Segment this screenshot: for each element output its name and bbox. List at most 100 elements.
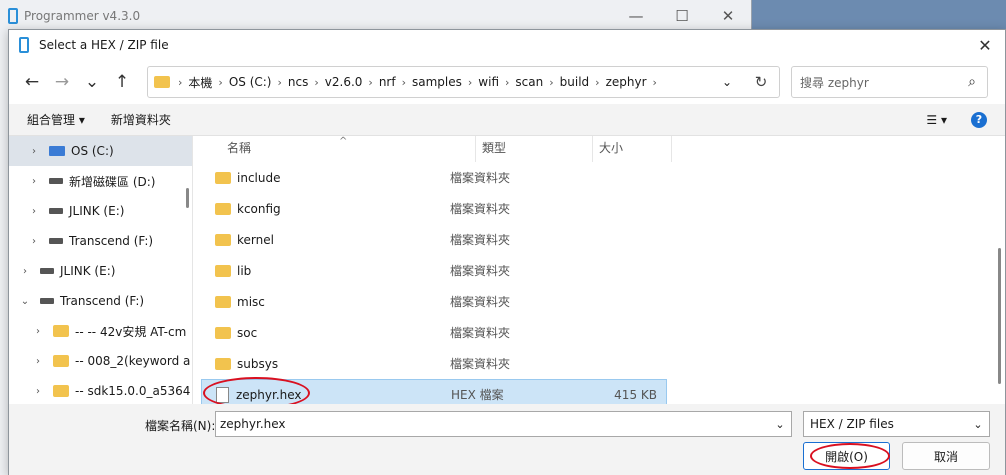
navigation-bar: ← → ⌄ ↑ › 本機 › OS (C:) › ncs › v2.6.0 › … bbox=[9, 60, 1005, 104]
usb-drive-icon bbox=[40, 268, 54, 274]
breadcrumb-samples[interactable]: samples bbox=[412, 75, 462, 89]
breadcrumb-v2-6-0[interactable]: v2.6.0 bbox=[325, 75, 363, 89]
breadcrumb-nrf[interactable]: nrf bbox=[379, 75, 396, 89]
file-list: ^ 名稱 類型 大小 include 檔案資料夾 kconfig 檔案資料夾 k… bbox=[193, 136, 1005, 410]
open-button[interactable]: 開啟(O) bbox=[803, 442, 890, 470]
breadcrumb-chevron-icon[interactable]: › bbox=[178, 76, 182, 89]
breadcrumb-chevron-icon[interactable]: › bbox=[278, 76, 282, 89]
tree-scrollbar[interactable] bbox=[184, 136, 192, 404]
dialog-title-bar: Select a HEX / ZIP file ✕ bbox=[9, 30, 1005, 60]
cancel-button[interactable]: 取消 bbox=[902, 442, 990, 470]
breadcrumb-wifi[interactable]: wifi bbox=[478, 75, 499, 89]
tree-item-jlink-root[interactable]: › JLINK (E:) bbox=[9, 256, 192, 286]
breadcrumb-chevron-icon[interactable]: › bbox=[314, 76, 318, 89]
search-box[interactable]: 搜尋 zephyr ⌕ bbox=[791, 66, 988, 98]
file-row-kconfig[interactable]: kconfig 檔案資料夾 bbox=[201, 193, 667, 224]
new-folder-button[interactable]: 新增資料夾 bbox=[111, 111, 171, 128]
recent-locations-chevron-icon[interactable]: ⌄ bbox=[77, 72, 107, 92]
file-row-kernel[interactable]: kernel 檔案資料夾 bbox=[201, 224, 667, 255]
folder-icon bbox=[215, 264, 231, 277]
breadcrumb-chevron-icon[interactable]: › bbox=[505, 76, 509, 89]
file-row-misc[interactable]: misc 檔案資料夾 bbox=[201, 286, 667, 317]
column-header-type[interactable]: 類型 bbox=[476, 136, 593, 162]
file-row-lib[interactable]: lib 檔案資料夾 bbox=[201, 255, 667, 286]
file-type: HEX 檔案 bbox=[451, 388, 504, 402]
file-type-select[interactable]: HEX / ZIP files ⌄ bbox=[803, 411, 990, 437]
filename-input[interactable]: zephyr.hex ⌄ bbox=[215, 411, 792, 437]
chevron-right-icon[interactable]: › bbox=[31, 386, 45, 397]
file-row-include[interactable]: include 檔案資料夾 bbox=[201, 162, 667, 193]
file-row-subsys[interactable]: subsys 檔案資料夾 bbox=[201, 348, 667, 379]
tree-item-folder[interactable]: › -- 008_2(keyword a bbox=[9, 346, 192, 376]
maximize-icon[interactable]: ☐ bbox=[659, 7, 705, 25]
chevron-right-icon[interactable]: › bbox=[27, 206, 41, 217]
chevron-right-icon[interactable]: › bbox=[31, 356, 45, 367]
file-type: 檔案資料夾 bbox=[450, 326, 511, 340]
breadcrumb-chevron-icon[interactable]: › bbox=[653, 76, 657, 89]
breadcrumb-build[interactable]: build bbox=[560, 75, 590, 89]
up-arrow-icon[interactable]: ↑ bbox=[107, 72, 137, 92]
column-label: 類型 bbox=[482, 141, 507, 155]
chevron-right-icon[interactable]: › bbox=[18, 266, 32, 277]
file-open-dialog: Select a HEX / ZIP file ✕ ← → ⌄ ↑ › 本機 ›… bbox=[8, 29, 1006, 475]
file-size: 415 KB bbox=[614, 387, 657, 402]
open-button-label: 開啟(O) bbox=[825, 449, 868, 464]
breadcrumb-ncs[interactable]: ncs bbox=[288, 75, 308, 89]
chevron-right-icon[interactable]: › bbox=[27, 146, 41, 157]
parent-title-bar: Programmer v4.3.0 — ☐ ✕ bbox=[0, 0, 751, 32]
breadcrumb-chevron-icon[interactable]: › bbox=[549, 76, 553, 89]
tree-item-transcend-root[interactable]: ⌄ Transcend (F:) bbox=[9, 286, 192, 316]
tree-item-d-drive[interactable]: › 新增磁碟區 (D:) bbox=[9, 166, 192, 196]
breadcrumb-chevron-icon[interactable]: › bbox=[595, 76, 599, 89]
tree-scroll-thumb[interactable] bbox=[186, 188, 189, 208]
chevron-right-icon[interactable]: › bbox=[31, 326, 45, 337]
chevron-right-icon[interactable]: › bbox=[27, 176, 41, 187]
help-icon[interactable]: ? bbox=[971, 111, 987, 128]
file-type: 檔案資料夾 bbox=[450, 295, 511, 309]
column-header-size[interactable]: 大小 bbox=[593, 136, 672, 162]
file-name: kconfig bbox=[237, 201, 281, 216]
breadcrumb-zephyr[interactable]: zephyr bbox=[606, 75, 647, 89]
breadcrumb-chevron-icon[interactable]: › bbox=[218, 76, 222, 89]
breadcrumb-chevron-icon[interactable]: › bbox=[402, 76, 406, 89]
search-icon[interactable]: ⌕ bbox=[957, 74, 987, 90]
file-name: include bbox=[237, 170, 281, 185]
chevron-down-icon[interactable]: ⌄ bbox=[18, 296, 32, 307]
column-header-name[interactable]: ^ 名稱 bbox=[193, 136, 476, 162]
usb-drive-icon bbox=[49, 238, 63, 244]
forward-arrow-icon[interactable]: → bbox=[47, 72, 77, 92]
file-row-soc[interactable]: soc 檔案資料夾 bbox=[201, 317, 667, 348]
minimize-icon[interactable]: — bbox=[613, 7, 659, 25]
tree-item-transcend[interactable]: › Transcend (F:) bbox=[9, 226, 192, 256]
view-options-icon[interactable]: ☰ ▾ bbox=[926, 113, 947, 127]
file-type: 檔案資料夾 bbox=[450, 357, 511, 371]
dialog-close-icon[interactable]: ✕ bbox=[965, 36, 1005, 55]
organize-menu-button[interactable]: 組合管理 ▾ bbox=[27, 111, 85, 128]
breadcrumb-this-pc[interactable]: 本機 bbox=[188, 74, 212, 91]
file-type: 檔案資料夾 bbox=[450, 264, 511, 278]
breadcrumb-scan[interactable]: scan bbox=[515, 75, 543, 89]
chevron-down-icon[interactable]: ⌄ bbox=[967, 418, 989, 431]
tree-item-jlink[interactable]: › JLINK (E:) bbox=[9, 196, 192, 226]
breadcrumb-chevron-icon[interactable]: › bbox=[468, 76, 472, 89]
folder-icon bbox=[215, 171, 231, 184]
refresh-icon[interactable]: ↻ bbox=[743, 73, 779, 91]
usb-drive-icon bbox=[49, 208, 63, 214]
chevron-right-icon[interactable]: › bbox=[27, 236, 41, 247]
tree-item-os-c[interactable]: › OS (C:) bbox=[9, 136, 192, 166]
address-dropdown-icon[interactable]: ⌄ bbox=[711, 75, 743, 89]
list-scroll-thumb[interactable] bbox=[998, 248, 1001, 384]
chevron-down-icon[interactable]: ⌄ bbox=[769, 418, 791, 431]
list-scrollbar[interactable] bbox=[995, 136, 1005, 404]
tree-item-label: JLINK (E:) bbox=[69, 204, 125, 218]
address-bar[interactable]: › 本機 › OS (C:) › ncs › v2.6.0 › nrf › sa… bbox=[147, 66, 780, 98]
back-arrow-icon[interactable]: ← bbox=[17, 72, 47, 92]
close-icon[interactable]: ✕ bbox=[705, 7, 751, 25]
folder-icon bbox=[215, 233, 231, 246]
tree-item-folder[interactable]: › -- sdk15.0.0_a5364 bbox=[9, 376, 192, 404]
dialog-body: › OS (C:) › 新增磁碟區 (D:) › JLINK (E:) › Tr… bbox=[9, 136, 1005, 410]
tree-item-folder[interactable]: › -- -- 42v安規 AT-cm bbox=[9, 316, 192, 346]
breadcrumb-os-c[interactable]: OS (C:) bbox=[229, 75, 272, 89]
breadcrumb-chevron-icon[interactable]: › bbox=[368, 76, 372, 89]
folder-icon bbox=[53, 325, 69, 337]
